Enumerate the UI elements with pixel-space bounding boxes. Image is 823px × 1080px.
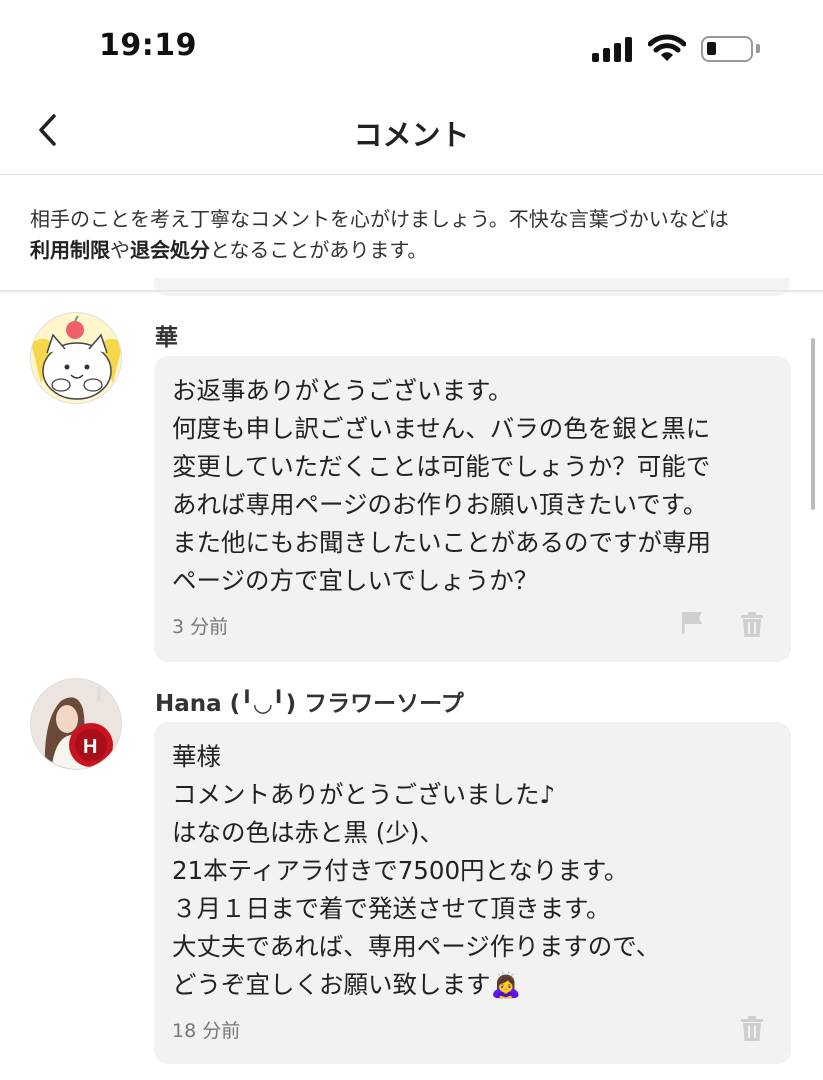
- comment-bubble: お返事ありがとうございます。 何度も申し訳ございません、バラの色を銀と黒に 変更…: [154, 356, 791, 662]
- notice-text-end: となることがあります。: [210, 238, 428, 262]
- comment-author[interactable]: 華: [155, 318, 178, 352]
- comment-timestamp: 3 分前: [172, 616, 229, 638]
- notice-connector: や: [110, 238, 130, 262]
- notice-divider: [0, 290, 823, 293]
- comment-author[interactable]: Hana (╹◡╹) フラワーソープ: [155, 684, 464, 718]
- avatar[interactable]: [30, 312, 122, 404]
- previous-comment-bubble-edge: [154, 278, 790, 296]
- comment-bubble: 華様 コメントありがとうございました♪ はなの色は赤と黒 (少)、 21本ティア…: [154, 722, 791, 1064]
- comment-body: 華様 コメントありがとうございました♪ はなの色は赤と黒 (少)、 21本ティア…: [172, 742, 661, 999]
- battery-icon: [701, 36, 753, 62]
- status-bar: 19:19: [0, 0, 823, 98]
- nav-header: コメント: [0, 98, 823, 174]
- avatar[interactable]: H: [30, 678, 122, 770]
- notice-text: 相手のことを考え丁寧なコメントを心がけましょう。不快な言葉づかいなどは: [30, 207, 729, 231]
- svg-text:H: H: [83, 736, 97, 758]
- usage-restriction-link[interactable]: 利用制限: [30, 238, 110, 262]
- signal-icon: [592, 36, 634, 62]
- page-title: コメント: [353, 118, 470, 152]
- comment-timestamp: 18 分前: [172, 1020, 241, 1042]
- flag-icon[interactable]: [680, 610, 704, 636]
- trash-icon[interactable]: [740, 612, 764, 638]
- comment-body: お返事ありがとうございます。 何度も申し訳ございません、バラの色を銀と黒に 変更…: [172, 376, 711, 595]
- wifi-icon: [648, 34, 686, 61]
- cat-avatar-icon: [31, 313, 121, 403]
- seller-photo-avatar-icon: H: [31, 679, 121, 769]
- scrollbar[interactable]: [811, 338, 815, 510]
- header-divider: [0, 174, 823, 175]
- trash-icon[interactable]: [740, 1016, 764, 1042]
- battery-tip: [756, 44, 760, 53]
- status-time: 19:19: [99, 28, 197, 63]
- account-termination-link[interactable]: 退会処分: [130, 238, 210, 262]
- comment-guideline-notice: 相手のことを考え丁寧なコメントを心がけましょう。不快な言葉づかいなどは 利用制限…: [30, 204, 800, 266]
